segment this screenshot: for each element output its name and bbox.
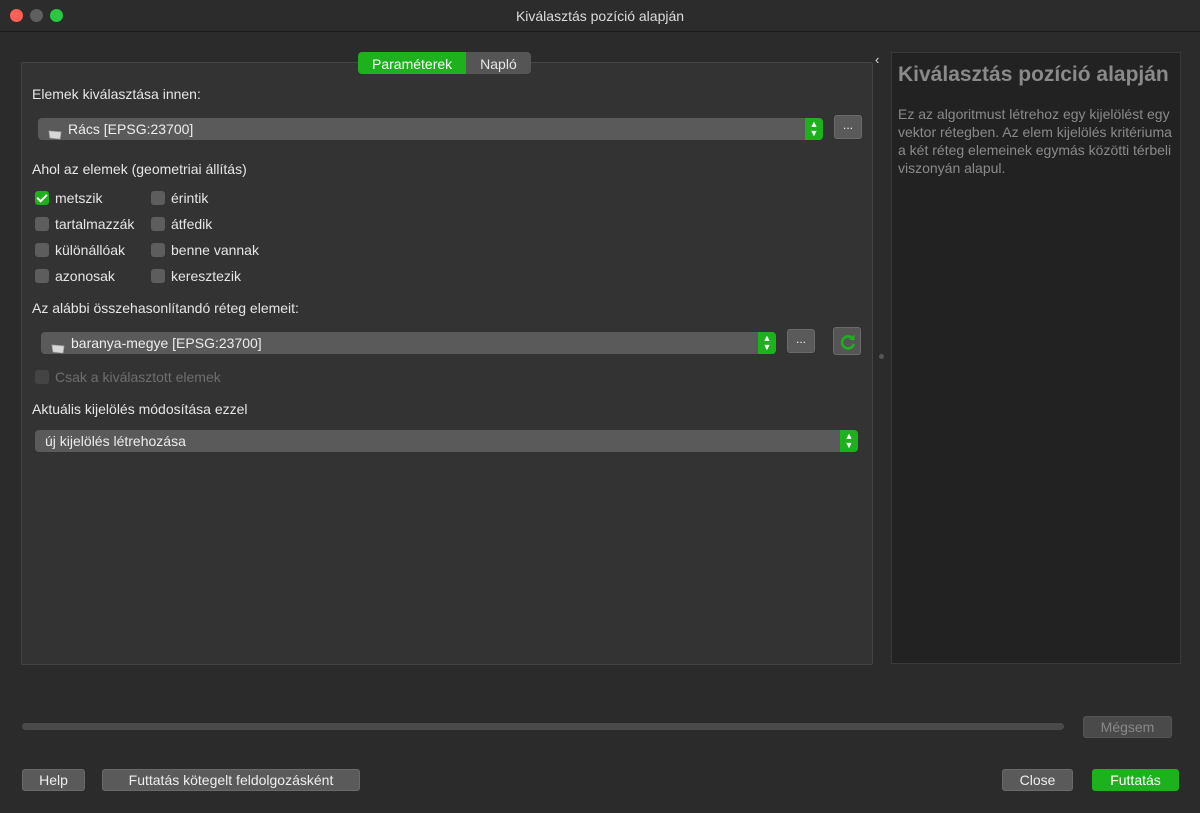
collapse-help-chevron-icon[interactable]: ‹ <box>875 52 879 67</box>
selected-only-label: Csak a kiválasztott elemek <box>55 369 221 385</box>
compare-layer-browse-button[interactable]: ... <box>787 329 815 353</box>
select-from-browse-button[interactable]: ... <box>834 115 862 139</box>
predicate-within-checkbox[interactable]: benne vannak <box>151 241 259 259</box>
checkbox-icon <box>151 191 165 206</box>
run-button[interactable]: Futtatás <box>1092 769 1179 791</box>
predicate-disjoint-checkbox[interactable]: különállóak <box>35 241 125 259</box>
cancel-button[interactable]: Mégsem <box>1083 716 1172 738</box>
predicate-equal-checkbox[interactable]: azonosak <box>35 267 115 285</box>
checkbox-icon <box>35 370 49 385</box>
help-button[interactable]: Help <box>22 769 85 791</box>
predicate-intersect-checkbox[interactable]: metszik <box>35 189 102 207</box>
predicate-cross-checkbox[interactable]: keresztezik <box>151 267 241 285</box>
predicate-label-text: érintik <box>171 190 209 206</box>
predicate-label: Ahol az elemek (geometriai állítás) <box>32 161 247 177</box>
chevron-updown-icon: ▲ ▼ <box>805 118 823 140</box>
splitter-handle[interactable] <box>879 354 884 359</box>
checkbox-icon <box>35 269 49 284</box>
predicate-label-text: azonosak <box>55 268 115 284</box>
window-title: Kiválasztás pozíció alapján <box>515 8 685 24</box>
modify-selection-combo[interactable]: új kijelölés létrehozása ▲ ▼ <box>35 430 858 452</box>
help-panel: Kiválasztás pozíció alapján Ez az algori… <box>891 52 1181 664</box>
modify-selection-value: új kijelölés létrehozása <box>45 433 186 449</box>
checkbox-icon <box>151 217 165 232</box>
help-text: Ez az algoritmust létrehoz egy kijelölés… <box>898 106 1172 176</box>
checkbox-icon <box>151 243 165 258</box>
predicate-label-text: különállóak <box>55 242 126 258</box>
help-title: Kiválasztás pozíció alapján <box>898 63 1169 86</box>
close-button[interactable]: Close <box>1002 769 1073 791</box>
compare-layer-combo[interactable]: baranya-megye [EPSG:23700] ▲ ▼ <box>41 332 776 354</box>
select-from-combo[interactable]: Rács [EPSG:23700] ▲ ▼ <box>38 118 823 140</box>
predicate-label-text: keresztezik <box>171 268 242 284</box>
checkbox-icon <box>151 269 165 284</box>
checkbox-icon <box>35 243 49 258</box>
predicate-label-text: metszik <box>55 190 103 206</box>
batch-process-button[interactable]: Futtatás kötegelt feldolgozásként <box>102 769 360 791</box>
checkbox-icon <box>35 217 49 232</box>
chevron-updown-icon: ▲ ▼ <box>840 430 858 452</box>
select-from-label: Elemek kiválasztása innen: <box>32 86 201 102</box>
selected-only-checkbox[interactable]: Csak a kiválasztott elemek <box>35 368 221 386</box>
predicate-touch-checkbox[interactable]: érintik <box>151 189 208 207</box>
predicate-contain-checkbox[interactable]: tartalmazzák <box>35 215 134 233</box>
polygon-layer-icon <box>51 338 65 354</box>
checkbox-checked-icon <box>35 191 49 206</box>
predicate-overlap-checkbox[interactable]: átfedik <box>151 215 212 233</box>
progress-bar <box>22 723 1064 730</box>
iterate-button[interactable] <box>833 327 861 355</box>
tab-bar: Paraméterek Napló <box>358 52 531 74</box>
refresh-icon <box>840 334 855 350</box>
parameters-panel <box>21 62 873 665</box>
polygon-layer-icon <box>48 124 62 140</box>
modify-selection-label: Aktuális kijelölés módosítása ezzel <box>32 401 248 417</box>
predicate-label-text: tartalmazzák <box>55 216 135 232</box>
title-bar: Kiválasztás pozíció alapján <box>0 0 1200 32</box>
compare-layer-value: baranya-megye [EPSG:23700] <box>71 335 262 351</box>
tab-parameters[interactable]: Paraméterek <box>358 52 467 74</box>
select-from-value: Rács [EPSG:23700] <box>68 121 194 137</box>
predicate-label-text: benne vannak <box>171 242 259 258</box>
predicate-label-text: átfedik <box>171 216 213 232</box>
tab-log[interactable]: Napló <box>466 52 531 74</box>
compare-layer-label: Az alábbi összehasonlítandó réteg elemei… <box>32 300 299 316</box>
chevron-updown-icon: ▲ ▼ <box>758 332 776 354</box>
